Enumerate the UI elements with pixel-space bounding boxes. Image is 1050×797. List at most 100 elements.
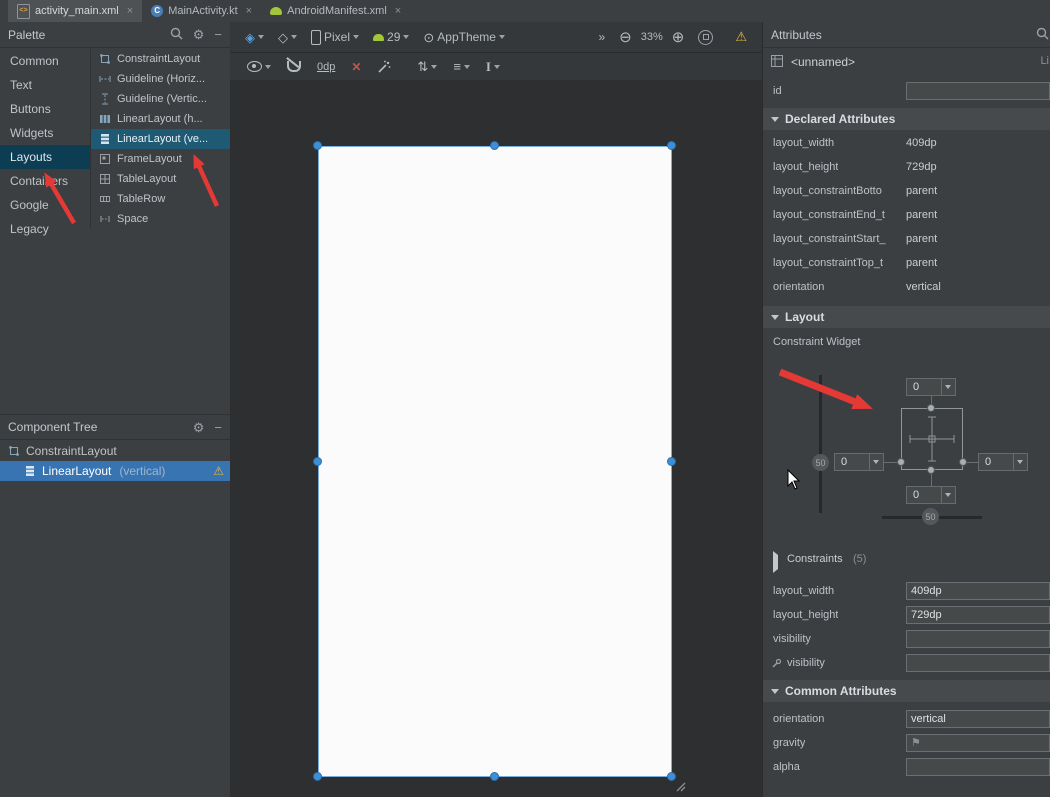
palette-item-framelayout[interactable]: FrameLayout bbox=[91, 149, 230, 169]
palette-category-buttons[interactable]: Buttons bbox=[0, 97, 90, 121]
view-options-button[interactable] bbox=[242, 56, 276, 78]
selection-handle-bottom-left[interactable] bbox=[313, 772, 322, 781]
attr-value[interactable]: parent bbox=[906, 257, 937, 269]
palette-category-google[interactable]: Google bbox=[0, 193, 90, 217]
gear-icon[interactable]: ⚙ bbox=[193, 28, 205, 41]
default-margin-button[interactable]: 0dp bbox=[312, 56, 340, 78]
margin-right-combo[interactable]: 0 bbox=[978, 453, 1028, 471]
vertical-bias-track[interactable] bbox=[819, 375, 822, 513]
selection-handle-top-center[interactable] bbox=[490, 141, 499, 150]
selection-handle-bottom-center[interactable] bbox=[490, 772, 499, 781]
constraint-widget-square[interactable] bbox=[901, 408, 963, 470]
horizontal-bias-badge[interactable]: 50 bbox=[922, 508, 939, 525]
layout-artboard[interactable] bbox=[318, 146, 672, 777]
vertical-bias-badge[interactable]: 50 bbox=[812, 454, 829, 471]
minimize-icon[interactable]: − bbox=[214, 28, 222, 41]
gear-icon[interactable]: ⚙ bbox=[193, 421, 205, 434]
zoom-fit-button[interactable] bbox=[693, 26, 718, 48]
design-canvas[interactable] bbox=[230, 80, 762, 797]
attr-value[interactable]: 409dp bbox=[906, 137, 937, 149]
palette-category-containers[interactable]: Containers bbox=[0, 169, 90, 193]
autoconnect-button[interactable] bbox=[282, 56, 306, 78]
attr-value[interactable]: parent bbox=[906, 209, 937, 221]
tab-close-icon[interactable]: × bbox=[127, 5, 133, 17]
design-mode-button[interactable]: ◈ bbox=[240, 26, 269, 48]
chevron-down-icon bbox=[464, 65, 470, 69]
attr-value[interactable]: vertical bbox=[906, 281, 941, 293]
pack-button[interactable]: ⇅ bbox=[412, 56, 442, 78]
chevron-down-icon[interactable] bbox=[1013, 454, 1027, 470]
palette-item-linearlayout-vertical[interactable]: LinearLayout (ve... bbox=[91, 129, 230, 149]
render-warning-button[interactable]: ⚠ bbox=[730, 26, 752, 48]
api-selector[interactable]: 29 bbox=[368, 26, 414, 48]
zoom-out-button[interactable]: ⊖ bbox=[614, 26, 637, 48]
attr-value[interactable]: parent bbox=[906, 185, 937, 197]
orientation-input[interactable]: vertical bbox=[906, 710, 1050, 728]
palette-category-common[interactable]: Common bbox=[0, 49, 90, 73]
declared-attributes-section-header[interactable]: Declared Attributes bbox=[763, 108, 1050, 130]
constraints-group-row[interactable]: Constraints (5) bbox=[763, 548, 1050, 572]
constraint-anchor-right[interactable] bbox=[959, 458, 967, 466]
gravity-input[interactable]: ⚑ bbox=[906, 734, 1050, 752]
resize-grip-icon[interactable] bbox=[673, 779, 687, 793]
selection-handle-top-left[interactable] bbox=[313, 141, 322, 150]
theme-selector[interactable]: ⊙AppTheme bbox=[418, 26, 510, 48]
constraint-anchor-top[interactable] bbox=[927, 404, 935, 412]
chevron-down-icon[interactable] bbox=[941, 487, 955, 503]
common-attributes-section-header[interactable]: Common Attributes bbox=[763, 680, 1050, 702]
alpha-input[interactable] bbox=[906, 758, 1050, 776]
clear-constraints-button[interactable]: ✕ bbox=[346, 56, 366, 78]
palette-item-space[interactable]: Space bbox=[91, 209, 230, 229]
zoom-in-button[interactable]: ⊕ bbox=[667, 26, 690, 48]
attr-value[interactable]: 729dp bbox=[906, 161, 937, 173]
palette-item-guideline-vertical[interactable]: Guideline (Vertic... bbox=[91, 89, 230, 109]
selection-handle-top-right[interactable] bbox=[667, 141, 676, 150]
palette-category-widgets[interactable]: Widgets bbox=[0, 121, 90, 145]
palette-item-constraintlayout[interactable]: ConstraintLayout bbox=[91, 49, 230, 69]
palette-item-guideline-horizontal[interactable]: Guideline (Horiz... bbox=[91, 69, 230, 89]
device-selector[interactable]: Pixel bbox=[306, 26, 364, 48]
palette-category-legacy[interactable]: Legacy bbox=[0, 217, 90, 241]
margin-left-combo[interactable]: 0 bbox=[834, 453, 884, 471]
palette-item-tablelayout[interactable]: TableLayout bbox=[91, 169, 230, 189]
flag-icon[interactable]: ⚑ bbox=[911, 737, 921, 749]
tools-visibility-input[interactable] bbox=[906, 654, 1050, 672]
selection-handle-middle-left[interactable] bbox=[313, 457, 322, 466]
layout-section-header[interactable]: Layout bbox=[763, 306, 1050, 328]
align-button[interactable]: ≡ bbox=[448, 56, 475, 78]
tab-close-icon[interactable]: × bbox=[395, 5, 401, 17]
attr-row: layout_constraintStart_ parent bbox=[763, 228, 1050, 252]
constraint-anchor-bottom[interactable] bbox=[927, 466, 935, 474]
palette-item-tablerow[interactable]: TableRow bbox=[91, 189, 230, 209]
toolbar-overflow-button[interactable]: » bbox=[593, 26, 610, 48]
tab-activity-main-xml[interactable]: <> activity_main.xml × bbox=[8, 0, 142, 22]
search-icon[interactable] bbox=[170, 27, 183, 42]
infer-constraints-button[interactable] bbox=[372, 56, 396, 78]
chevron-down-icon[interactable] bbox=[941, 379, 955, 395]
tree-item-linearlayout-vertical[interactable]: LinearLayout (vertical) ⚠ bbox=[0, 461, 230, 481]
search-icon[interactable] bbox=[1036, 27, 1049, 42]
chevron-down-icon[interactable] bbox=[869, 454, 883, 470]
tab-androidmanifest-xml[interactable]: AndroidManifest.xml × bbox=[261, 0, 410, 22]
layout-height-input[interactable]: 729dp bbox=[906, 606, 1050, 624]
margin-bottom-combo[interactable]: 0 bbox=[906, 486, 956, 504]
selection-handle-middle-right[interactable] bbox=[667, 457, 676, 466]
palette-item-linearlayout-horizontal[interactable]: LinearLayout (h... bbox=[91, 109, 230, 129]
minimize-icon[interactable]: − bbox=[214, 421, 222, 434]
id-input[interactable] bbox=[906, 82, 1050, 100]
guidelines-button[interactable]: I bbox=[481, 56, 505, 78]
attr-value[interactable]: parent bbox=[906, 233, 937, 245]
zoom-in-icon: ⊕ bbox=[672, 30, 685, 45]
visibility-input[interactable] bbox=[906, 630, 1050, 648]
layout-width-input[interactable]: 409dp bbox=[906, 582, 1050, 600]
palette-category-text[interactable]: Text bbox=[0, 73, 90, 97]
palette-category-layouts[interactable]: Layouts bbox=[0, 145, 90, 169]
tree-item-constraintlayout[interactable]: ConstraintLayout bbox=[0, 441, 230, 461]
orientation-button[interactable]: ◇ bbox=[273, 26, 302, 48]
tab-close-icon[interactable]: × bbox=[246, 5, 252, 17]
tab-mainactivity-kt[interactable]: C MainActivity.kt × bbox=[142, 0, 261, 22]
margin-top-combo[interactable]: 0 bbox=[906, 378, 956, 396]
constraintlayout-icon bbox=[8, 445, 20, 457]
constraint-anchor-left[interactable] bbox=[897, 458, 905, 466]
warning-icon[interactable]: ⚠ bbox=[213, 464, 224, 478]
